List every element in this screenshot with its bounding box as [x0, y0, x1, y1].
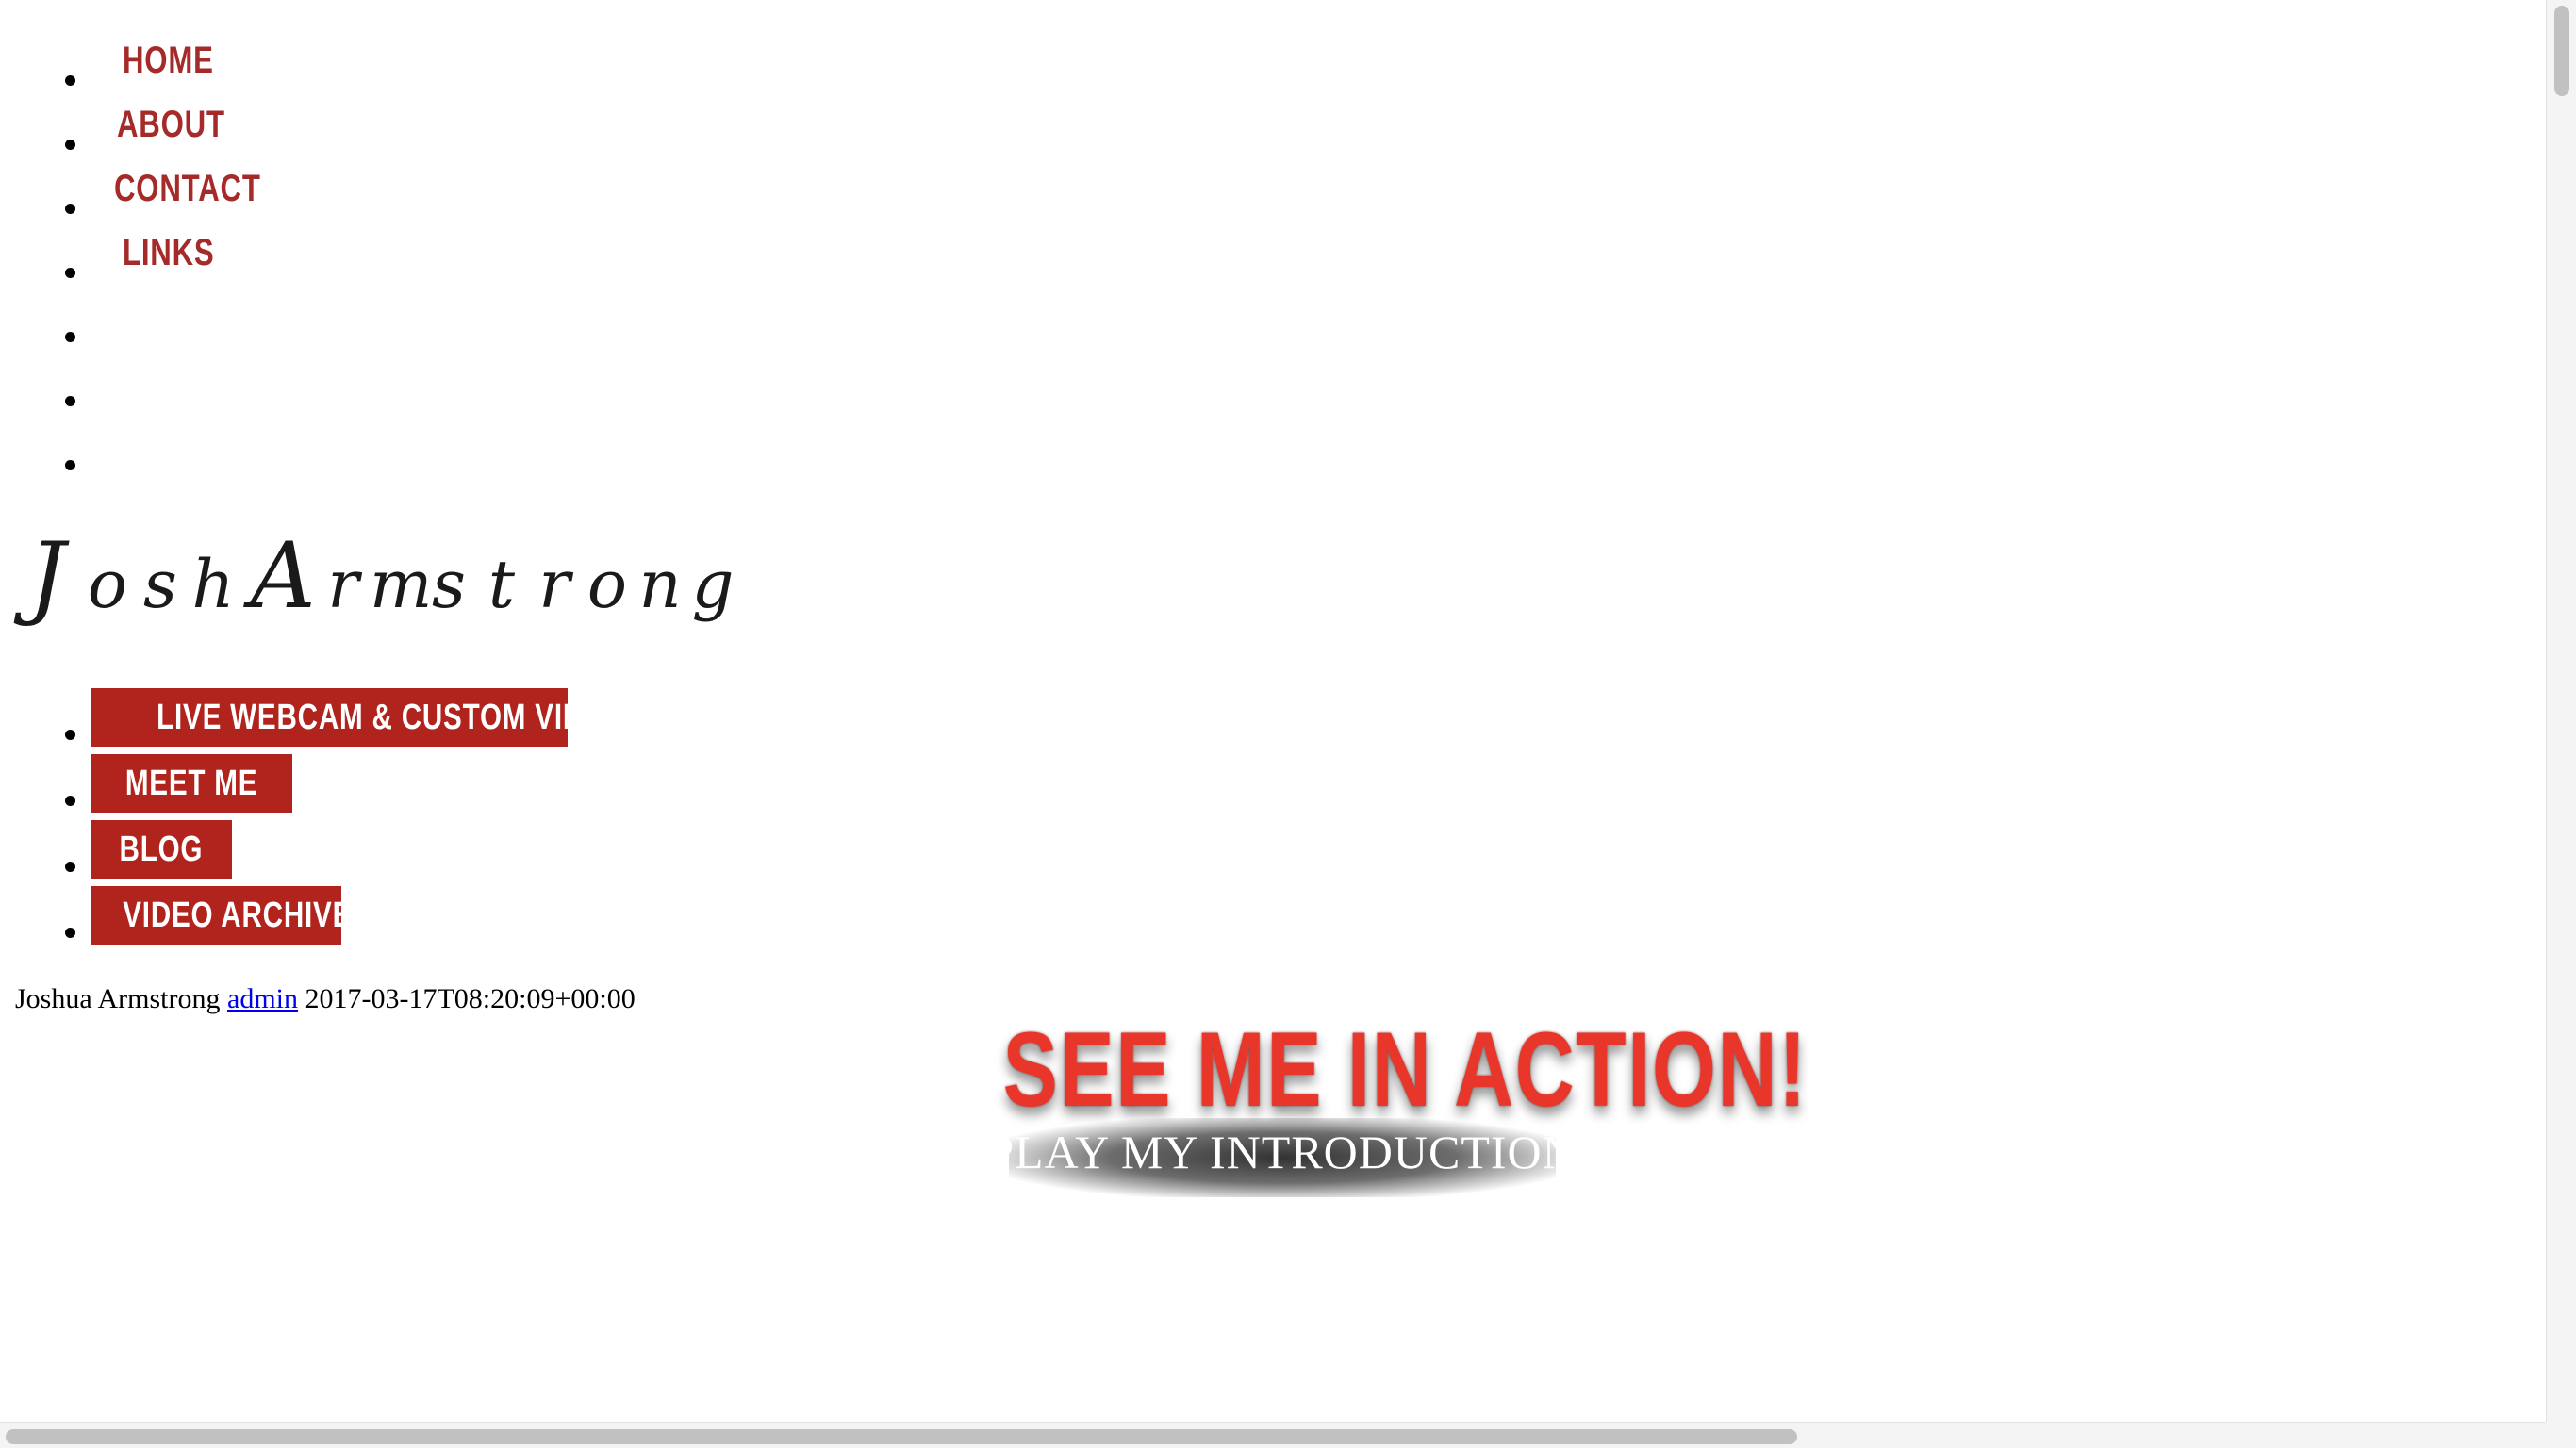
- list-bullet: [65, 140, 75, 150]
- top-nav-item-home: HOME: [0, 38, 377, 102]
- top-nav-item-empty: [0, 422, 377, 486]
- nav-link-about[interactable]: ABOUT: [117, 102, 225, 147]
- button-label: MEET ME: [124, 764, 258, 803]
- horizontal-scrollbar[interactable]: [0, 1422, 2546, 1448]
- list-bullet: [65, 396, 75, 406]
- main-nav-item: LIVE WEBCAM & CUSTOM VIDEO: [0, 688, 660, 750]
- list-bullet: [65, 928, 75, 938]
- list-bullet: [65, 268, 75, 278]
- video-archive-button[interactable]: VIDEO ARCHIVE: [91, 886, 341, 945]
- list-bullet: [65, 796, 75, 806]
- button-label: LIVE WEBCAM & CUSTOM VIDEO: [157, 698, 568, 737]
- top-nav-item-empty: [0, 294, 377, 358]
- top-nav-item-contact: CONTACT: [0, 166, 377, 230]
- list-bullet: [65, 730, 75, 740]
- author-link[interactable]: admin: [227, 983, 298, 1014]
- banner-subtitle: PLAY MY INTRODUCTION: [987, 1126, 1577, 1178]
- list-bullet: [65, 332, 75, 342]
- top-nav-item-about: ABOUT: [0, 102, 377, 166]
- list-bullet: [65, 204, 75, 214]
- top-nav-item-empty: [0, 358, 377, 422]
- main-nav-item: MEET ME: [0, 754, 660, 816]
- button-label: VIDEO ARCHIVE: [123, 896, 341, 935]
- main-nav-item: BLOG: [0, 820, 660, 882]
- button-label: BLOG: [119, 830, 204, 869]
- nav-link-links[interactable]: LINKS: [123, 230, 215, 275]
- top-nav-item-links: LINKS: [0, 230, 377, 294]
- list-bullet: [65, 460, 75, 470]
- banner-title: SEE ME IN ACTION!: [1002, 1011, 1808, 1128]
- nav-link-contact[interactable]: CONTACT: [114, 166, 261, 211]
- post-datetime: 2017-03-17T08:20:09+00:00: [305, 983, 636, 1014]
- list-bullet: [65, 862, 75, 872]
- list-bullet: [65, 75, 75, 86]
- scrollbar-corner: [2546, 1422, 2576, 1448]
- post-meta: Joshua Armstrong admin 2017-03-17T08:20:…: [15, 980, 636, 1018]
- vertical-scrollbar[interactable]: [2546, 0, 2576, 1422]
- nav-link-home[interactable]: HOME: [123, 38, 214, 83]
- author-name: Joshua Armstrong: [15, 983, 221, 1014]
- main-nav-item: VIDEO ARCHIVE: [0, 886, 660, 948]
- page-viewport: HOME ABOUT CONTACT LINKS Jo s h Ar ms t r o n g: [0, 0, 2546, 1422]
- blog-button[interactable]: BLOG: [91, 820, 232, 879]
- site-logo[interactable]: Jo s h Ar ms t r o n g: [13, 524, 768, 628]
- horizontal-scrollbar-thumb[interactable]: [6, 1429, 1797, 1444]
- intro-video-banner[interactable]: SEE ME IN ACTION! PLAY MY INTRODUCTION: [924, 1011, 1808, 1197]
- live-webcam-button[interactable]: LIVE WEBCAM & CUSTOM VIDEO: [91, 688, 568, 747]
- meet-me-button[interactable]: MEET ME: [91, 754, 292, 813]
- vertical-scrollbar-thumb[interactable]: [2554, 6, 2569, 96]
